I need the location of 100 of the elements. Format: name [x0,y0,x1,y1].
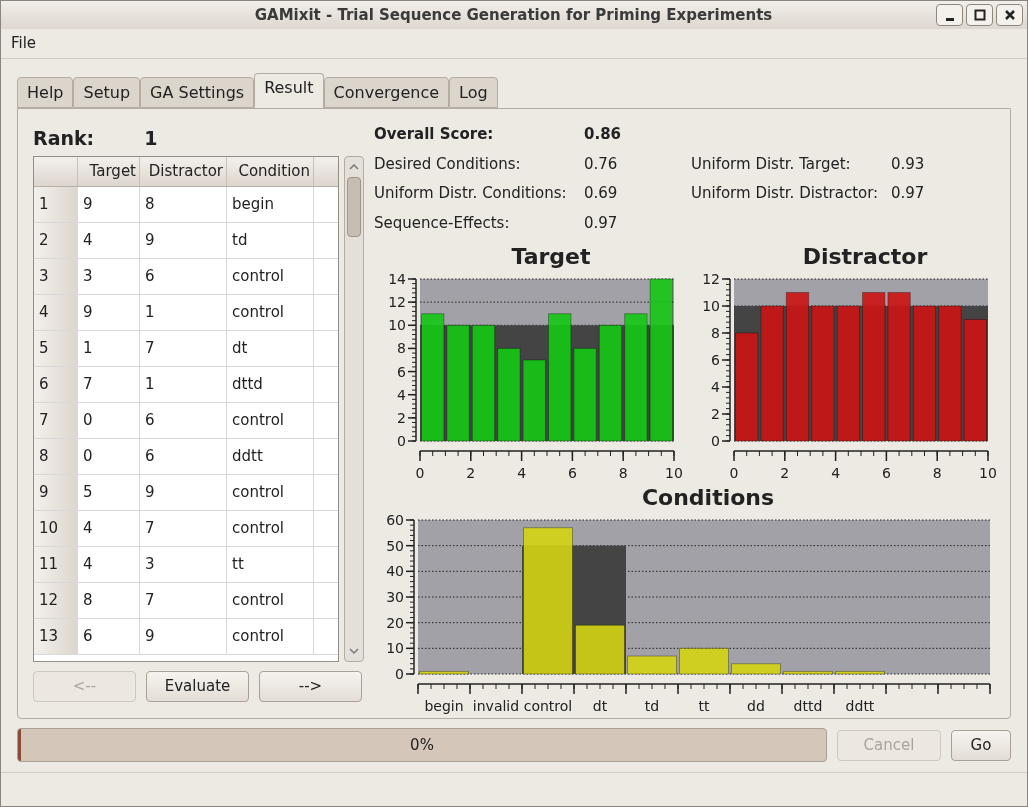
score-value: 0.97 [891,183,926,204]
axis-tick-label: 0 [415,465,425,481]
score-value: 0.97 [584,212,619,234]
axis-tick-label: control [523,698,573,714]
axis-tick-label: 10 [979,465,997,481]
axis-tick-label: 8 [932,465,942,481]
axis-tick-label: 8 [618,465,628,481]
axis-tick-label: 10 [665,465,683,481]
table-cell: 6 [78,619,140,654]
score-value: 0.76 [584,153,619,175]
score-label: Sequence-Effects: [374,212,511,234]
axis-tick-label: 4 [397,386,406,403]
axis-tick-label: 20 [386,614,404,631]
table-cell: 9 [140,475,227,510]
table-cell: begin [227,187,314,222]
axis-tick-label: 8 [397,340,406,357]
score-value: 0.86 [584,124,622,145]
table-cell: 7 [140,331,227,366]
table-cell: 1 [140,295,227,330]
axis-tick-label: 6 [567,465,577,481]
axis-tick-label: 6 [881,465,891,481]
table-cell: control [227,619,314,654]
axis-tick-label: 6 [397,363,406,380]
axis-tick-label: invalid [472,698,520,714]
table-cell: control [227,583,314,618]
table-cell: control [227,403,314,438]
table-cell: 8 [78,583,140,618]
chart-title: Distractor [801,243,928,271]
table-cell: 1 [78,331,140,366]
axis-tick-label: ddtt [845,698,875,714]
score-value: 0.69 [584,183,619,204]
table-cell: control [227,295,314,330]
table-cell: 9 [140,223,227,258]
axis-tick-label: 4 [711,379,720,395]
table-cell: 3 [78,259,140,294]
axis-tick-label: 4 [831,465,841,481]
axis-tick-label: 2 [397,409,406,426]
table-cell: 5 [78,475,140,510]
table-cell: 3 [140,547,227,582]
axis-tick-label: 0 [729,465,739,481]
axis-tick-label: 10 [386,640,404,657]
score-label: Uniform Distr. Target: [691,153,852,175]
table-cell: 8 [140,187,227,222]
table-cell: ddtt [227,439,314,474]
table-cell: control [227,511,314,546]
axis-tick-label: 10 [388,317,406,334]
table-cell: 9 [78,295,140,330]
axis-tick-label: 0 [397,433,406,449]
table-cell: 4 [78,547,140,582]
table-cell: control [227,259,314,294]
table-cell: td [227,223,314,258]
score-value: 0.93 [891,153,926,175]
table-cell: 6 [140,439,227,474]
table-cell: 6 [140,259,227,294]
axis-tick-label: td [644,698,660,714]
table-cell: 4 [78,223,140,258]
axis-tick-label: dd [747,698,765,714]
table-cell: 6 [140,403,227,438]
table-cell: 7 [78,367,140,402]
score-label: Uniform Distr. Conditions: [374,183,568,204]
score-label: Desired Conditions: [374,153,522,175]
axis-tick-label: tt [698,698,710,714]
axis-tick-label: 30 [386,589,404,605]
axis-tick-label: 0 [711,433,720,449]
chart-title: Conditions [640,484,775,512]
axis-tick-label: 2 [780,465,790,481]
score-label: Uniform Distr. Distractor: [691,183,880,204]
chart-title: Target [510,243,591,271]
table-cell: dttd [227,367,314,402]
axis-tick-label: 0 [395,666,404,682]
axis-tick-label: 60 [386,514,404,528]
axis-tick-label: 2 [466,465,476,481]
axis-tick-label: 4 [517,465,527,481]
axis-tick-label: 8 [711,325,720,341]
rank-value: 1 [144,125,158,151]
table-cell: tt [227,547,314,582]
axis-tick-label: dttd [793,698,823,714]
table-cell: 4 [78,511,140,546]
rank-label: Rank: [33,125,95,151]
axis-tick-label: 12 [388,294,406,311]
axis-tick-label: dt [592,698,608,714]
axis-tick-label: 2 [711,406,720,422]
table-cell: 7 [140,511,227,546]
table-cell: 0 [78,403,140,438]
table-cell: 1 [140,367,227,402]
window-title: GAMixit - Trial Sequence Generation for Priming Experiments [254,4,773,26]
table-cell: 9 [140,619,227,654]
axis-tick-label: 50 [386,537,404,554]
table-cell: dt [227,331,314,366]
axis-tick-label: 12 [702,273,720,287]
table-cell: 0 [78,439,140,474]
axis-tick-label: 14 [388,273,406,287]
axis-tick-label: 6 [711,352,720,368]
table-cell: control [227,475,314,510]
progress-text: 0% [409,734,435,756]
score-label: Overall Score: [374,124,495,145]
table-cell: 7 [140,583,227,618]
axis-tick-label: 40 [386,563,404,580]
axis-tick-label: begin [424,698,464,714]
axis-tick-label: 10 [702,298,720,314]
